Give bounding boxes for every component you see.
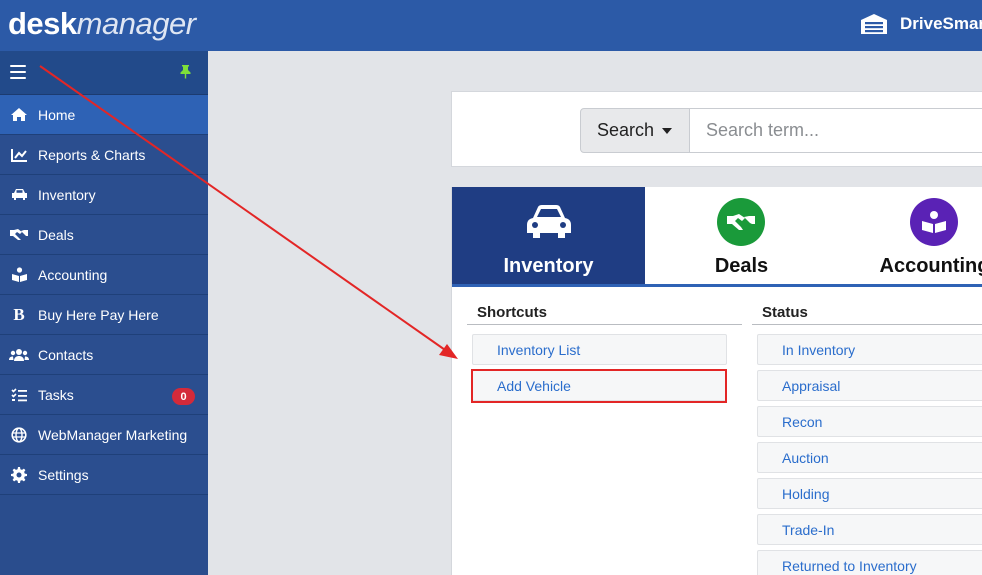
status-returned-to-inventory[interactable]: Returned to Inventory: [757, 550, 982, 575]
tab-deals[interactable]: Deals: [645, 187, 838, 284]
car-icon: [11, 189, 27, 200]
globe-icon: [11, 426, 27, 443]
brand-name: DriveSmar: [900, 14, 982, 33]
caret-down-icon: [662, 127, 673, 134]
status-trade-in[interactable]: Trade-In: [757, 514, 982, 545]
sidebar: Home Reports & Charts Inventory Deals Ac…: [0, 51, 208, 575]
sidebar-item-label: Inventory: [38, 186, 96, 203]
sidebar-item-contacts[interactable]: Contacts: [0, 335, 208, 375]
car-icon: [527, 205, 571, 238]
accounting-icon: [910, 198, 958, 246]
tab-accounting[interactable]: Accounting: [838, 187, 982, 284]
sidebar-item-label: Deals: [38, 226, 74, 243]
shortcuts-heading: Shortcuts: [467, 304, 742, 325]
search-type-dropdown[interactable]: Search: [580, 108, 690, 153]
users-icon: [9, 348, 29, 361]
sidebar-item-label: Tasks: [38, 386, 74, 403]
app-logo[interactable]: deskmanager: [8, 6, 196, 42]
status-in-inventory[interactable]: In Inventory: [757, 334, 982, 365]
search-input[interactable]: [689, 108, 982, 153]
search-panel: Search: [451, 91, 982, 167]
sidebar-item-label: Home: [38, 106, 76, 123]
sidebar-item-home[interactable]: Home: [0, 95, 208, 135]
shortcut-inventory-list[interactable]: Inventory List: [472, 334, 727, 365]
tab-label: Accounting: [879, 255, 982, 277]
top-header: deskmanager DriveSmar: [0, 0, 982, 51]
sidebar-item-reports[interactable]: Reports & Charts: [0, 135, 208, 175]
tasks-icon: [10, 387, 27, 401]
gear-icon: [11, 466, 27, 483]
bitcoin-b-icon: B: [13, 304, 25, 324]
sidebar-item-settings[interactable]: Settings: [0, 455, 208, 495]
sidebar-item-label: Contacts: [38, 346, 94, 363]
sidebar-item-tasks[interactable]: Tasks 0: [0, 375, 208, 415]
sidebar-item-bhph[interactable]: B Buy Here Pay Here: [0, 295, 208, 335]
logo-desk: desk: [8, 6, 77, 41]
tab-inventory[interactable]: Inventory: [452, 187, 645, 284]
chart-line-icon: [10, 148, 27, 162]
sidebar-item-inventory[interactable]: Inventory: [0, 175, 208, 215]
dealer-brand[interactable]: DriveSmar: [860, 13, 982, 35]
garage-icon: [861, 14, 887, 34]
sidebar-item-label: Accounting: [38, 266, 108, 283]
tab-label: Inventory: [503, 255, 594, 277]
sidebar-toolbar: [0, 51, 208, 95]
status-recon[interactable]: Recon: [757, 406, 982, 437]
tasks-count-badge: 0: [172, 388, 195, 405]
home-icon: [11, 108, 27, 121]
sidebar-item-deals[interactable]: Deals: [0, 215, 208, 255]
module-tabs: Inventory Deals Accounting: [452, 187, 982, 287]
sidebar-item-label: Reports & Charts: [38, 146, 146, 163]
handshake-icon: [717, 198, 765, 246]
search-button-label: Search: [597, 120, 655, 140]
status-auction[interactable]: Auction: [757, 442, 982, 473]
menu-toggle-icon[interactable]: [10, 65, 26, 79]
status-heading: Status: [752, 304, 982, 325]
pin-icon[interactable]: [179, 64, 192, 79]
accounting-icon: [11, 267, 27, 282]
status-holding[interactable]: Holding: [757, 478, 982, 509]
sidebar-item-webmanager[interactable]: WebManager Marketing: [0, 415, 208, 455]
logo-manager: manager: [76, 6, 196, 41]
dashboard-panel: Inventory Deals Accounting Shortcuts Sta…: [451, 187, 982, 575]
sidebar-item-label: Buy Here Pay Here: [38, 306, 159, 323]
sidebar-item-label: WebManager Marketing: [38, 426, 188, 443]
sidebar-item-label: Settings: [38, 466, 89, 483]
handshake-icon: [10, 229, 28, 240]
status-appraisal[interactable]: Appraisal: [757, 370, 982, 401]
shortcut-add-vehicle[interactable]: Add Vehicle: [472, 370, 727, 401]
tab-label: Deals: [714, 255, 769, 277]
sidebar-item-accounting[interactable]: Accounting: [0, 255, 208, 295]
